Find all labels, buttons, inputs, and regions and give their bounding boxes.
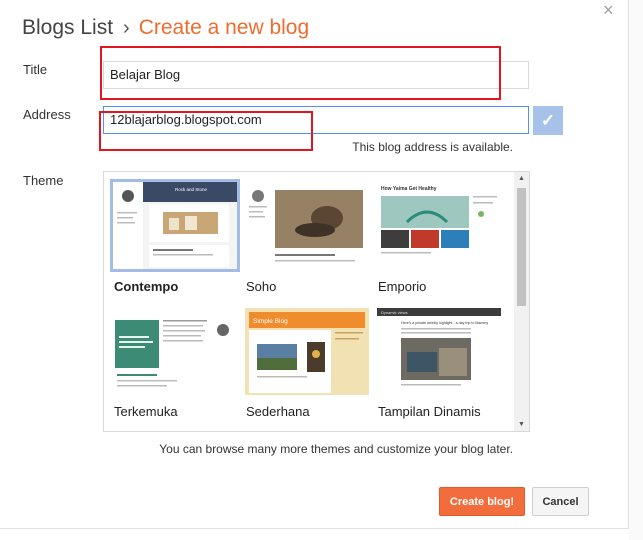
theme-thumb-emporio[interactable]: How Yaima Get Healthy [377,182,501,269]
theme-thumb-tampilan-dinamis[interactable]: Dynamic views Here's a private weekly hi… [377,308,501,395]
chevron-right-icon: › [123,17,130,39]
title-label: Title [23,62,48,77]
breadcrumb: Blogs List › Create a new blog [22,16,309,40]
close-icon[interactable]: × [603,0,614,20]
contempo-preview: Rock and Stone [113,182,237,269]
theme-thumb-contempo[interactable]: Rock and Stone [110,179,240,272]
theme-name-tampilan-dinamis[interactable]: Tampilan Dinamis [378,404,481,419]
scrollbar-thumb[interactable] [517,188,526,306]
terkemuka-preview [113,308,237,395]
theme-thumb-sederhana[interactable]: Simple Blog [245,308,369,395]
annotation-box-address [99,111,313,151]
sederhana-thumb-title: Simple Blog [253,318,288,325]
create-blog-dialog: × Blogs List › Create a new blog Title Bel… [0,0,629,529]
scroll-up-icon[interactable]: ▲ [518,175,525,182]
background-page-edge [629,0,643,540]
soho-preview [245,182,369,269]
theme-name-sederhana[interactable]: Sederhana [246,404,310,419]
themes-hint: You can browse many more themes and cust… [159,442,513,456]
dinamis-thumb-title: Dynamic views [381,310,408,315]
address-label: Address [23,107,71,122]
dinamis-thumb-heading: Here's a private weekly highlight - a da… [401,321,488,325]
theme-name-emporio[interactable]: Emporio [378,279,426,294]
theme-gallery[interactable]: Rock and Stone Contempo Soho How Yaima G… [103,171,530,432]
check-icon[interactable]: ✓ [533,106,563,135]
dinamis-preview: Dynamic views Here's a private weekly hi… [377,308,501,395]
breadcrumb-blogs-list[interactable]: Blogs List [22,16,113,39]
annotation-box-title [100,46,501,100]
create-blog-button[interactable]: Create blog! [439,487,525,516]
theme-name-soho[interactable]: Soho [246,279,276,294]
theme-label: Theme [23,173,64,188]
theme-thumb-soho[interactable] [245,182,369,269]
address-status: This blog address is available. [352,140,513,154]
sederhana-preview: Simple Blog [245,308,369,395]
theme-gallery-scrollbar[interactable]: ▲ ▼ [514,172,529,431]
theme-name-contempo[interactable]: Contempo [114,279,178,294]
theme-name-terkemuka[interactable]: Terkemuka [114,404,178,419]
emporio-thumb-title: How Yaima Get Healthy [381,186,437,192]
page-title: Create a new blog [138,16,310,39]
theme-thumb-terkemuka[interactable] [113,308,237,395]
contempo-thumb-title: Rock and Stone [175,187,208,192]
emporio-preview: How Yaima Get Healthy [377,182,501,269]
cancel-button[interactable]: Cancel [532,487,589,516]
scroll-down-icon[interactable]: ▼ [518,421,525,428]
